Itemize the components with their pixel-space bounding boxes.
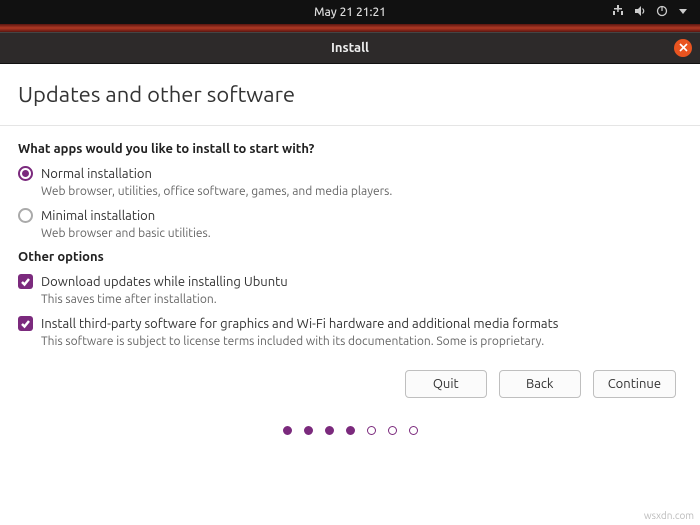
checkbox-download-updates[interactable] bbox=[18, 274, 33, 289]
continue-button[interactable]: Continue bbox=[593, 370, 676, 398]
option-download-updates[interactable]: Download updates while installing Ubuntu bbox=[18, 274, 682, 289]
progress-dot-1 bbox=[283, 426, 292, 435]
progress-dot-3 bbox=[325, 426, 334, 435]
thirdparty-label: Install third-party software for graphic… bbox=[41, 317, 558, 331]
progress-dot-7 bbox=[409, 426, 418, 435]
option-normal[interactable]: Normal installation bbox=[18, 166, 682, 181]
network-icon[interactable] bbox=[612, 5, 624, 20]
option-minimal-label: Minimal installation bbox=[41, 209, 155, 223]
chevron-down-icon[interactable] bbox=[678, 6, 688, 19]
system-topbar: May 21 21:21 bbox=[0, 0, 700, 24]
quit-button[interactable]: Quit bbox=[405, 370, 487, 398]
progress-dot-6 bbox=[388, 426, 397, 435]
progress-dot-4 bbox=[346, 426, 355, 435]
close-icon bbox=[679, 41, 688, 55]
progress-dot-2 bbox=[304, 426, 313, 435]
watermark: wsxdn.com bbox=[644, 510, 694, 521]
progress-dot-5 bbox=[367, 426, 376, 435]
other-options-title: Other options bbox=[18, 250, 682, 264]
window-title: Install bbox=[331, 41, 369, 55]
download-updates-desc: This saves time after installation. bbox=[41, 293, 682, 306]
option-minimal-desc: Web browser and basic utilities. bbox=[41, 227, 682, 240]
progress-dots bbox=[18, 426, 682, 435]
system-tray[interactable] bbox=[612, 5, 700, 20]
checkbox-thirdparty[interactable] bbox=[18, 316, 33, 331]
download-updates-label: Download updates while installing Ubuntu bbox=[41, 275, 288, 289]
apps-question: What apps would you like to install to s… bbox=[18, 142, 682, 156]
thirdparty-desc: This software is subject to license term… bbox=[41, 335, 682, 348]
accent-bar bbox=[0, 24, 700, 32]
option-normal-desc: Web browser, utilities, office software,… bbox=[41, 185, 682, 198]
page-body: Updates and other software What apps wou… bbox=[0, 64, 700, 435]
volume-icon[interactable] bbox=[634, 5, 646, 20]
page-title: Updates and other software bbox=[18, 82, 682, 107]
close-button[interactable] bbox=[674, 39, 692, 57]
radio-minimal[interactable] bbox=[18, 208, 33, 223]
option-minimal[interactable]: Minimal installation bbox=[18, 208, 682, 223]
button-row: Quit Back Continue bbox=[18, 370, 682, 398]
option-thirdparty[interactable]: Install third-party software for graphic… bbox=[18, 316, 682, 331]
power-icon[interactable] bbox=[656, 5, 668, 20]
back-button[interactable]: Back bbox=[499, 370, 581, 398]
window-titlebar: Install bbox=[0, 32, 700, 64]
option-normal-label: Normal installation bbox=[41, 167, 152, 181]
divider bbox=[0, 125, 700, 126]
radio-normal[interactable] bbox=[18, 166, 33, 181]
clock[interactable]: May 21 21:21 bbox=[314, 6, 386, 19]
